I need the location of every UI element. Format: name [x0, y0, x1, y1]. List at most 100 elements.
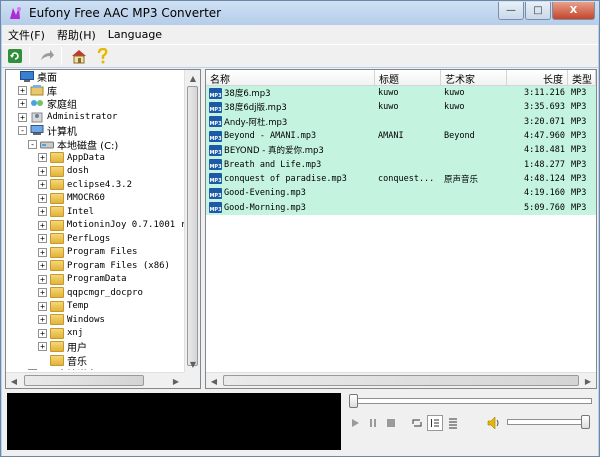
tree-item[interactable]: + Program Files [6, 246, 186, 260]
expand-toggle-icon[interactable]: + [38, 301, 47, 311]
scroll-up-icon[interactable]: ▲ [185, 70, 200, 86]
tree-item[interactable]: + MotioninJoy 0.7.1001 r [6, 219, 186, 233]
column-header-type[interactable]: 类型 [568, 70, 596, 86]
home-icon[interactable] [69, 46, 89, 66]
table-row[interactable]: MP3 conquest of paradise.mp3 conquest... 原声… [206, 171, 596, 187]
length-text: 4:47.960 [524, 131, 565, 142]
expand-toggle-icon[interactable]: + [38, 261, 47, 271]
tree-item[interactable]: + AppData [6, 151, 186, 165]
expand-toggle-icon[interactable]: + [18, 112, 27, 122]
scroll-right-icon[interactable]: ▶ [168, 373, 184, 388]
play-icon[interactable] [347, 415, 363, 431]
maximize-button[interactable]: □ [525, 2, 551, 20]
expand-toggle-icon[interactable]: + [38, 153, 47, 163]
collapse-toggle-icon[interactable]: - [18, 126, 27, 136]
collapse-toggle-icon[interactable]: - [28, 139, 37, 149]
length-cell: 3:11.216 [507, 88, 568, 98]
tree-item[interactable]: 音乐 [6, 354, 186, 368]
tree-item[interactable]: + PerfLogs [6, 232, 186, 246]
title-text: AMANI [378, 131, 404, 142]
speaker-icon[interactable] [486, 415, 502, 431]
expand-toggle-icon[interactable]: + [38, 274, 47, 284]
playlist-icon[interactable] [427, 415, 443, 431]
expand-toggle-icon[interactable]: + [18, 85, 27, 95]
seek-thumb[interactable] [349, 394, 358, 408]
folder-icon [50, 314, 64, 326]
tree-item[interactable]: + xnj [6, 327, 186, 341]
tree-item[interactable]: + Program Files (x86) [6, 259, 186, 273]
menu-file[interactable]: 文件(F) [2, 27, 51, 43]
tree-item[interactable]: + Intel [6, 205, 186, 219]
folder-tree[interactable]: 桌面 + 库 + 家庭组 + Administrator - 计算机 - 本地磁盘 (C:) + App… [5, 69, 201, 389]
title-bar[interactable]: Eufony Free AAC MP3 Converter — □ X [1, 1, 599, 25]
scroll-down-icon[interactable]: ▼ [185, 356, 200, 372]
column-header-artist[interactable]: 艺术家 [441, 70, 507, 86]
table-row[interactable]: MP3 Good-Morning.mp3 5:09.760 MP3 [206, 200, 596, 215]
expand-toggle-icon[interactable]: + [38, 247, 47, 257]
expand-toggle-icon[interactable]: + [38, 234, 47, 244]
tree-item[interactable]: - 计算机 [6, 124, 186, 138]
tree-hscroll-thumb[interactable] [24, 375, 144, 386]
list-view-icon[interactable] [445, 415, 461, 431]
expand-toggle-icon[interactable]: + [38, 180, 47, 190]
scroll-right-icon[interactable]: ▶ [580, 373, 596, 388]
tree-item[interactable]: + Windows [6, 313, 186, 327]
forward-icon[interactable] [37, 46, 57, 66]
table-row[interactable]: MP3 Beyond - AMANI.mp3 AMANI Beyond 4:47.960… [206, 128, 596, 144]
menu-help[interactable]: 帮助(H) [51, 27, 102, 43]
menu-language[interactable]: Language [102, 28, 168, 41]
volume-thumb[interactable] [581, 415, 590, 429]
tree-item[interactable]: + 用户 [6, 340, 186, 354]
tree-item[interactable]: + 库 [6, 84, 186, 98]
tree-item[interactable]: + ProgramData [6, 273, 186, 287]
tree-vertical-scrollbar[interactable]: ▲ ▼ [184, 70, 200, 372]
expand-toggle-icon[interactable]: + [18, 99, 27, 109]
help-icon[interactable] [92, 46, 112, 66]
tree-scroll-thumb[interactable] [187, 86, 198, 366]
close-button[interactable]: X [552, 2, 595, 20]
repeat-icon[interactable] [409, 415, 425, 431]
tree-item[interactable]: + qqpcmgr_docpro [6, 286, 186, 300]
tree-item[interactable]: + eclipse4.3.2 [6, 178, 186, 192]
file-list[interactable]: 名称 标题 艺术家 长度 类型 MP3 38度6.mp3 kuwo kuwo 3:11.… [205, 69, 597, 389]
file-name-text: 38度6.mp3 [224, 89, 271, 100]
tree-item[interactable]: + dosh [6, 165, 186, 179]
tree-item[interactable]: + 家庭组 [6, 97, 186, 111]
expand-toggle-icon[interactable]: + [38, 315, 47, 325]
tree-item[interactable]: + 本地磁盘 (D:) [6, 367, 186, 370]
table-row[interactable]: MP3 38度6dj版.mp3 kuwo kuwo 3:35.693 MP3 [206, 100, 596, 115]
list-horizontal-scrollbar[interactable]: ◀ ▶ [206, 372, 596, 388]
volume-slider[interactable] [507, 415, 590, 429]
expand-toggle-icon[interactable]: + [28, 369, 37, 370]
tree-item[interactable]: + MMOCR60 [6, 192, 186, 206]
expand-toggle-icon[interactable]: + [38, 207, 47, 217]
scroll-left-icon[interactable]: ◀ [206, 373, 222, 388]
pause-icon[interactable] [365, 415, 381, 431]
tree-item[interactable]: - 本地磁盘 (C:) [6, 138, 186, 152]
column-header-name[interactable]: 名称 [206, 70, 375, 86]
stop-icon[interactable] [383, 415, 399, 431]
table-row[interactable]: MP3 Good-Evening.mp3 4:19.160 MP3 [206, 186, 596, 201]
expand-toggle-icon[interactable]: + [38, 193, 47, 203]
table-row[interactable]: MP3 38度6.mp3 kuwo kuwo 3:11.216 MP3 [206, 86, 596, 101]
tree-item[interactable]: + Administrator [6, 111, 186, 125]
minimize-button[interactable]: — [498, 2, 524, 20]
tree-item[interactable]: 桌面 [6, 70, 186, 84]
expand-toggle-icon[interactable]: + [38, 166, 47, 176]
tree-horizontal-scrollbar[interactable]: ◀ ▶ [6, 372, 184, 388]
expand-toggle-icon[interactable]: + [38, 328, 47, 338]
column-header-title[interactable]: 标题 [375, 70, 441, 86]
title-cell: kuwo [375, 88, 441, 98]
list-hscroll-thumb[interactable] [223, 375, 579, 386]
scroll-left-icon[interactable]: ◀ [6, 373, 22, 388]
column-header-length[interactable]: 长度 [507, 70, 568, 86]
seek-slider[interactable] [349, 394, 592, 408]
table-row[interactable]: MP3 Andy-阿杜.mp3 3:20.071 MP3 [206, 114, 596, 129]
table-row[interactable]: MP3 BEYOND - 真的爱你.mp3 4:18.481 MP3 [206, 143, 596, 158]
expand-toggle-icon[interactable]: + [38, 288, 47, 298]
table-row[interactable]: MP3 Breath and Life.mp3 1:48.277 MP3 [206, 157, 596, 172]
refresh-icon[interactable] [5, 46, 25, 66]
tree-item[interactable]: + Temp [6, 300, 186, 314]
expand-toggle-icon[interactable]: + [38, 220, 47, 230]
expand-toggle-icon[interactable]: + [38, 342, 47, 352]
